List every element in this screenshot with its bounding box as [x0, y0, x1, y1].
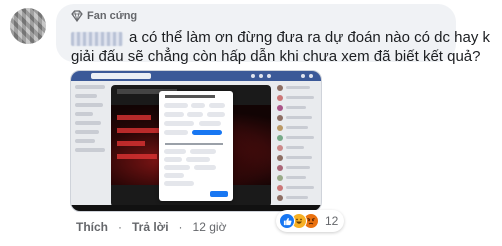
- like-icon: [279, 213, 295, 229]
- separator-dot: ·: [178, 220, 183, 234]
- reaction-count: 12: [325, 214, 339, 228]
- like-link[interactable]: Thích: [76, 220, 108, 234]
- comment-text-line-2: giải đấu sẽ chẳng còn hấp dẫn khi chưa x…: [71, 48, 481, 65]
- author-name-blurred[interactable]: [71, 32, 123, 46]
- separator-dot: ·: [118, 220, 122, 234]
- attached-screenshot[interactable]: [70, 70, 322, 212]
- screenshot-report-dialog: [159, 91, 233, 201]
- diamond-icon: [71, 10, 83, 22]
- top-fan-label: Fan cứng: [87, 10, 138, 22]
- commenter-avatar[interactable]: [10, 8, 46, 44]
- reply-link[interactable]: Trả lời: [132, 220, 169, 234]
- comment-actions: Thích · Trả lời · 12 giờ: [76, 220, 226, 234]
- reaction-summary[interactable]: 12: [276, 210, 345, 232]
- top-fan-badge: Fan cứng: [71, 10, 137, 22]
- screenshot-contacts-column: [277, 85, 319, 209]
- screenshot-facebook-header: [71, 71, 321, 81]
- comment-timestamp[interactable]: 12 giờ: [193, 220, 227, 234]
- screenshot-left-column: [75, 85, 109, 205]
- comment-text-line-1: a có thể làm ơn đừng đưa ra dự đoán nào …: [129, 29, 491, 46]
